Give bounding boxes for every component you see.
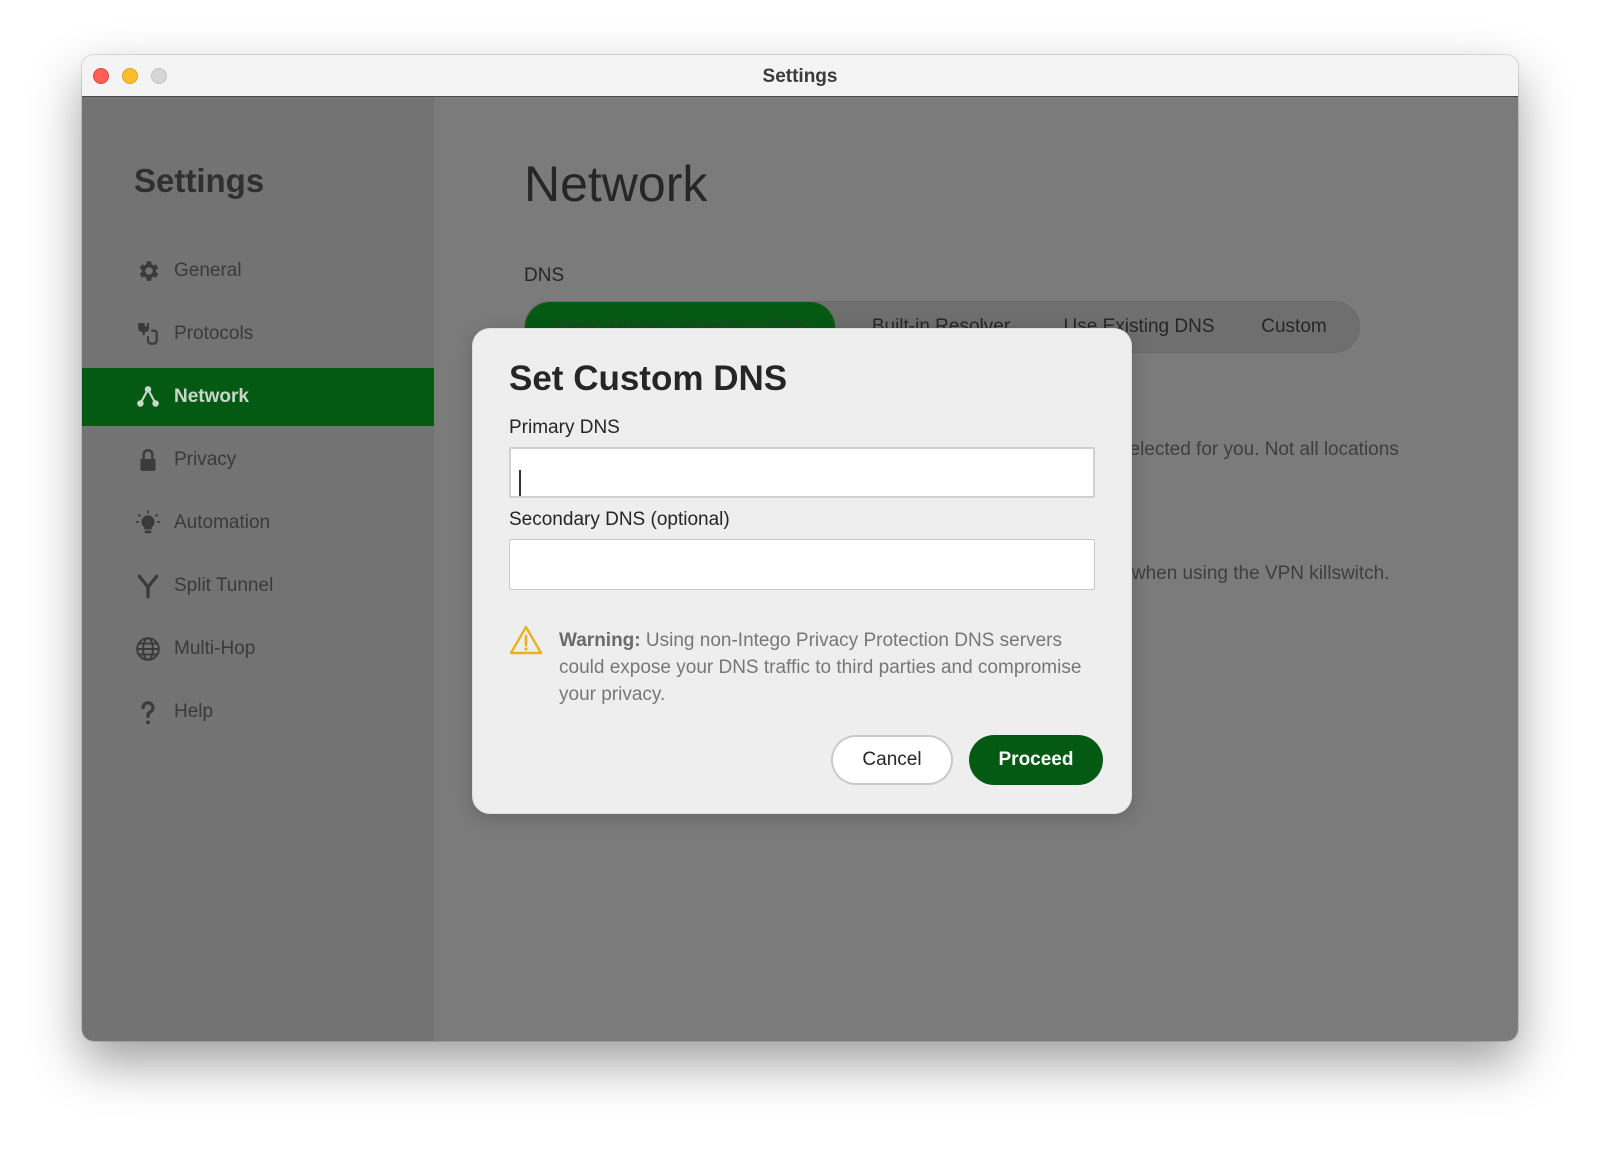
sidebar-item-label: Network	[174, 386, 249, 407]
sidebar-item-protocols[interactable]: Protocols	[82, 305, 434, 363]
cancel-button[interactable]: Cancel	[831, 735, 953, 785]
warning-message: Warning: Using non-Intego Privacy Protec…	[559, 627, 1109, 708]
sidebar-title: Settings	[134, 162, 265, 199]
sidebar-item-label: Privacy	[174, 449, 237, 470]
dns-section-label: DNS	[524, 265, 565, 286]
sidebar-item-label: Automation	[174, 512, 271, 533]
text-caret	[519, 470, 521, 496]
sidebar: Settings General Protocols Network Priva…	[82, 97, 434, 1041]
sidebar-item-label: Protocols	[174, 323, 254, 344]
page-title: Network	[524, 156, 708, 212]
custom-dns-dialog: Set Custom DNS Primary DNS Secondary DNS…	[472, 328, 1132, 814]
window-title: Settings	[762, 66, 838, 87]
sidebar-item-automation[interactable]: Automation	[82, 494, 434, 552]
sidebar-item-split-tunnel[interactable]: Split Tunnel	[82, 557, 434, 615]
warning-icon	[509, 625, 543, 655]
sidebar-item-multi-hop[interactable]: Multi-Hop	[82, 620, 434, 678]
sidebar-item-help[interactable]: Help	[82, 683, 434, 741]
lock-icon	[134, 446, 162, 474]
dns-description-text: selected for you. Not all locations	[1120, 439, 1399, 460]
title-bar: Settings	[82, 55, 1518, 97]
sidebar-item-label: Help	[174, 701, 214, 722]
sidebar-item-label: Multi-Hop	[174, 638, 256, 659]
secondary-dns-label: Secondary DNS (optional)	[509, 509, 730, 530]
lightbulb-icon	[134, 509, 162, 537]
sidebar-item-label: General	[174, 260, 242, 281]
sidebar-item-label: Split Tunnel	[174, 575, 274, 596]
proceed-button[interactable]: Proceed	[969, 735, 1103, 785]
protocols-icon	[134, 320, 162, 348]
network-icon	[134, 383, 162, 411]
warning-label: Warning:	[559, 630, 641, 651]
gear-icon	[134, 257, 162, 285]
dialog-title: Set Custom DNS	[509, 359, 788, 398]
killswitch-description-text: n when using the VPN killswitch.	[1116, 563, 1390, 584]
dns-option-custom[interactable]: Custom	[1239, 302, 1349, 352]
sidebar-item-privacy[interactable]: Privacy	[82, 431, 434, 489]
secondary-dns-input[interactable]	[509, 539, 1095, 590]
sidebar-item-network[interactable]: Network	[82, 368, 434, 426]
primary-dns-input[interactable]	[509, 447, 1095, 498]
question-icon	[134, 698, 162, 726]
globe-icon	[134, 635, 162, 663]
split-icon	[134, 572, 162, 600]
primary-dns-label: Primary DNS	[509, 417, 620, 438]
sidebar-item-general[interactable]: General	[82, 242, 434, 300]
